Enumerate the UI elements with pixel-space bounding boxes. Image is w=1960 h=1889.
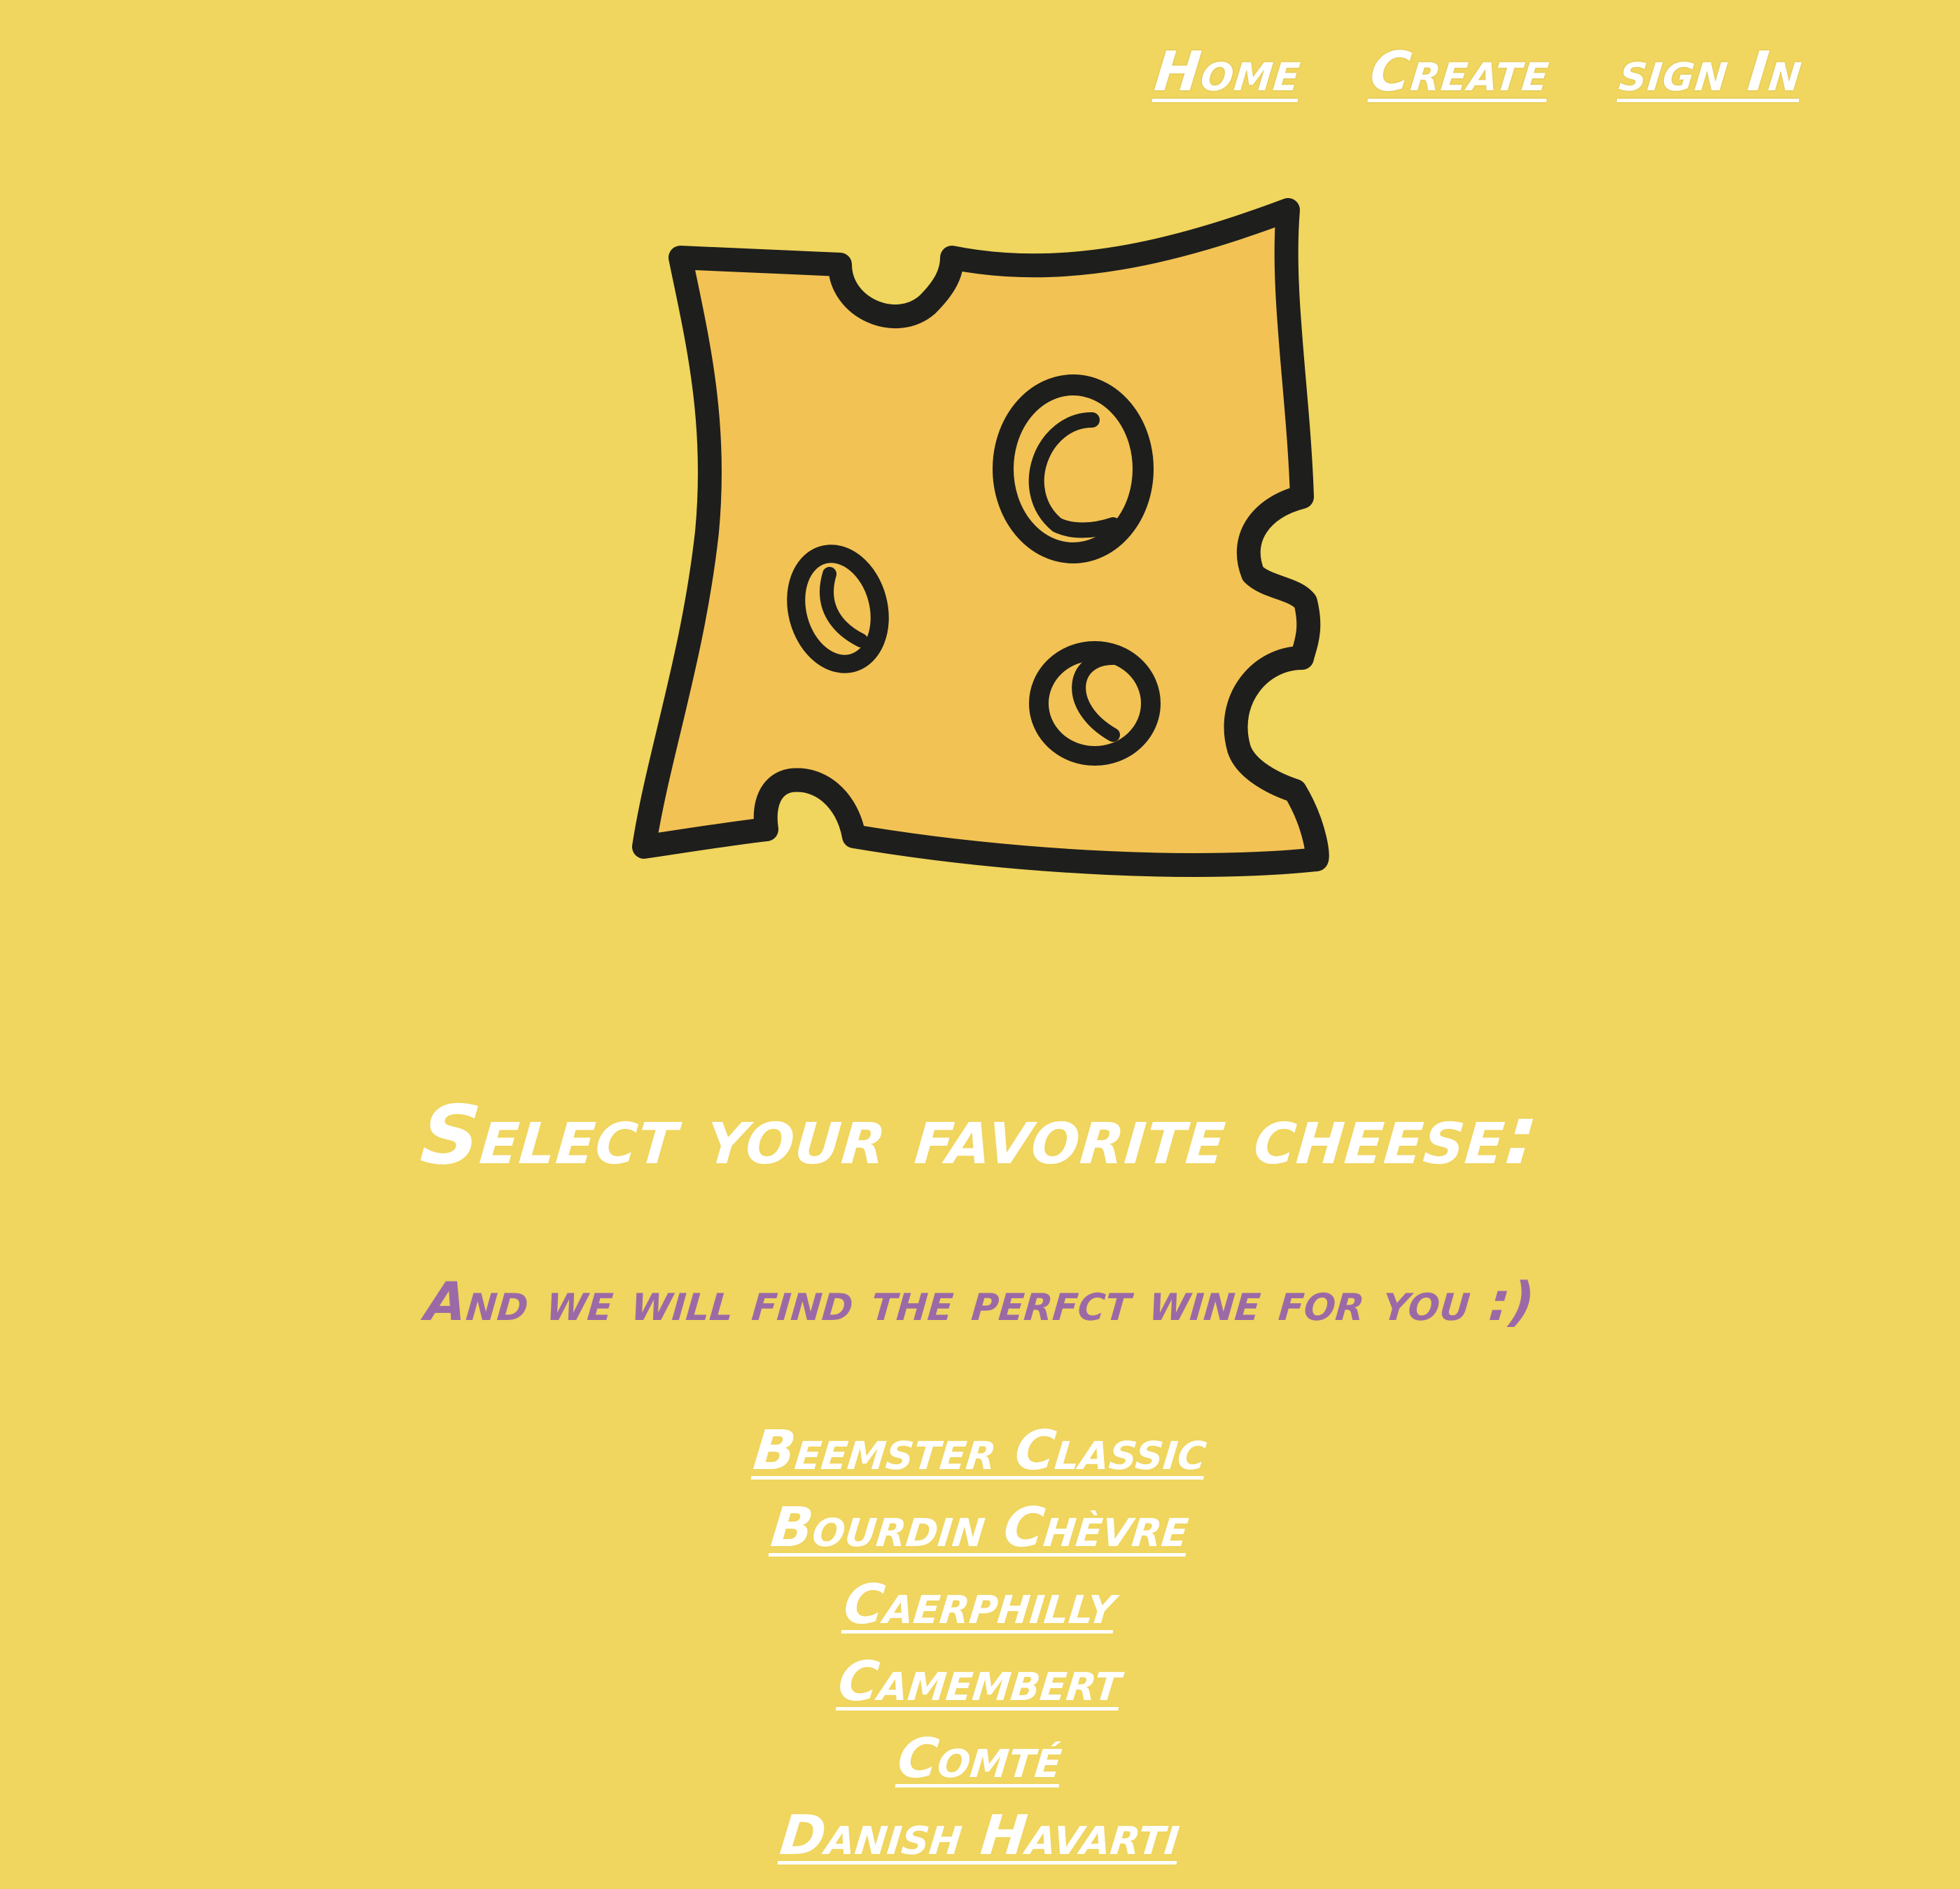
page-title: Select your favorite cheese: [417,1088,1543,1183]
list-item: Camembert [0,1643,1960,1720]
page-subtitle: And we will find the perfct wine for you… [422,1270,1538,1333]
nav-sign-in-link[interactable]: sign In [1616,41,1805,104]
cheese-link[interactable]: Comté [894,1720,1065,1797]
nav-create-link[interactable]: Create [1367,41,1553,104]
list-item: Beemster Classic [0,1412,1960,1489]
nav-home-link[interactable]: Home [1152,41,1304,104]
cheese-link[interactable]: Beemster Classic [750,1412,1210,1489]
cheese-link[interactable]: Bourdin Chèvre [767,1489,1192,1566]
top-nav: Home Create sign In [1152,41,1805,104]
cheese-link[interactable]: Danish Havarti [776,1797,1184,1874]
list-item: Caerphilly [0,1566,1960,1643]
list-item: Danish Havarti [0,1797,1960,1874]
list-item: Bourdin Chèvre [0,1489,1960,1566]
cheese-link[interactable]: Camembert [834,1643,1125,1720]
cheese-slice-icon [632,198,1329,877]
list-item: Comté [0,1720,1960,1797]
cheese-list: Beemster Classic Bourdin Chèvre Caerphil… [0,1412,1960,1874]
cheese-body [632,198,1329,877]
cheese-link[interactable]: Caerphilly [840,1566,1119,1643]
